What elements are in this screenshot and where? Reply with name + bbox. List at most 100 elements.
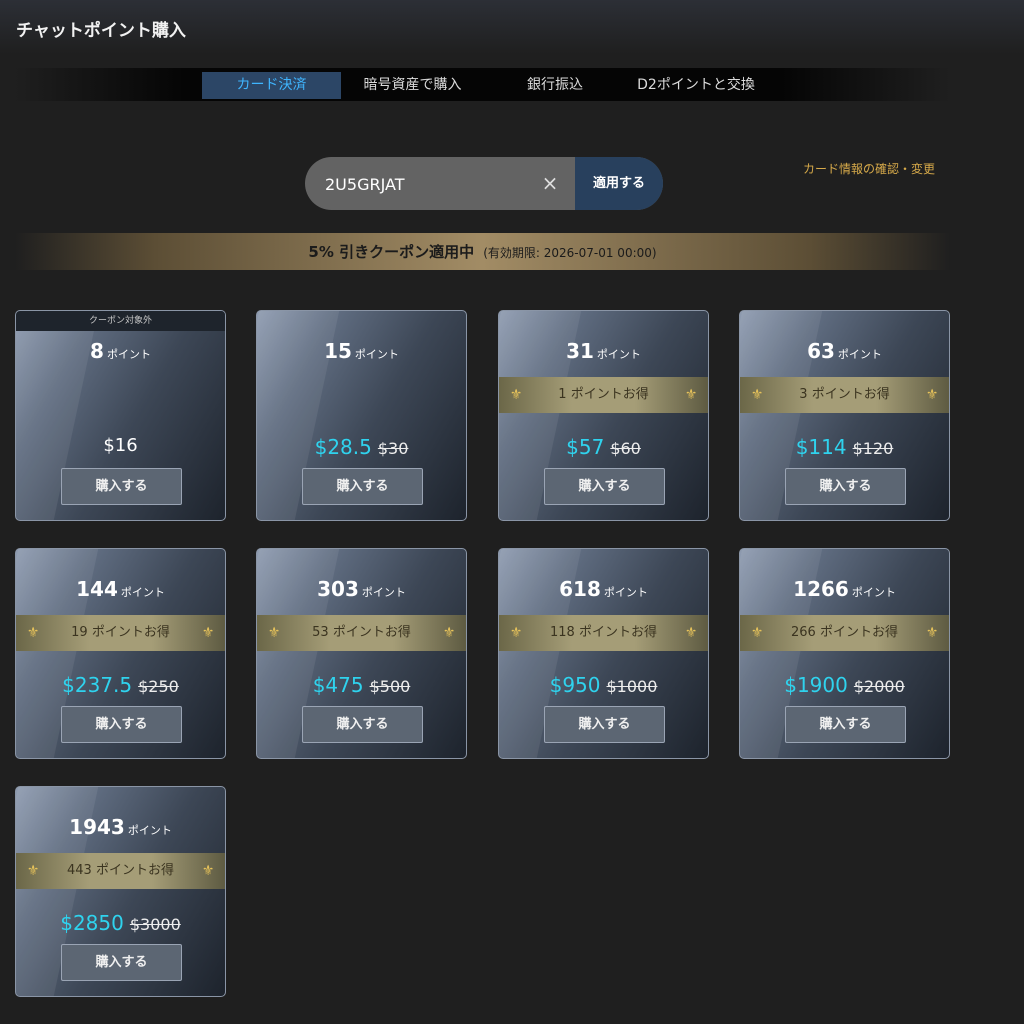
price-line: $16 — [16, 435, 225, 456]
point-package-card: 63 ポイント ⚜ 3 ポイントお得 ⚜ $114 $120 購入する — [739, 310, 950, 521]
original-price: $30 — [377, 439, 409, 458]
original-price: $250 — [138, 677, 179, 696]
points-value: 618 — [559, 577, 601, 601]
original-price: $120 — [852, 439, 894, 458]
bonus-points-text: 118 ポイントお得 — [550, 625, 657, 640]
fleur-left-icon: ⚜ — [26, 625, 40, 641]
points-unit: ポイント — [106, 348, 151, 361]
points-amount: 303 ポイント — [257, 577, 466, 601]
points-amount: 1943 ポイント — [16, 815, 225, 839]
points-amount: 144 ポイント — [16, 577, 225, 601]
original-price: $2000 — [853, 677, 905, 696]
price-line: $28.5 $30 — [257, 435, 466, 459]
points-value: 303 — [317, 577, 359, 601]
fleur-left-icon: ⚜ — [509, 387, 523, 403]
original-price: $60 — [610, 439, 641, 458]
fleur-right-icon: ⚜ — [201, 863, 215, 879]
buy-button[interactable]: 購入する — [61, 706, 182, 743]
points-value: 15 — [324, 339, 352, 363]
bonus-points-text: 443 ポイントお得 — [67, 863, 174, 878]
price: $2850 — [60, 911, 124, 935]
buy-button[interactable]: 購入する — [785, 706, 906, 743]
fleur-right-icon: ⚜ — [684, 387, 698, 403]
point-package-card: 1266 ポイント ⚜ 266 ポイントお得 ⚜ $1900 $2000 購入する — [739, 548, 950, 759]
price-line: $475 $500 — [257, 673, 466, 697]
coupon-excluded-label: クーポン対象外 — [16, 311, 225, 331]
price: $950 — [549, 673, 601, 697]
points-amount: 31 ポイント — [499, 339, 708, 363]
fleur-left-icon: ⚜ — [509, 625, 523, 641]
points-value: 144 — [76, 577, 118, 601]
tab-crypto[interactable]: 暗号資産で購入 — [341, 72, 484, 99]
points-unit: ポイント — [120, 586, 165, 599]
apply-coupon-button[interactable]: 適用する — [575, 157, 663, 210]
fleur-left-icon: ⚜ — [26, 863, 40, 879]
page-title: チャットポイント購入 — [16, 21, 186, 41]
bonus-points-banner: ⚜ 118 ポイントお得 ⚜ — [499, 615, 708, 651]
points-unit: ポイント — [361, 586, 406, 599]
bonus-points-text: 1 ポイントお得 — [558, 387, 649, 402]
price: $1900 — [784, 673, 848, 697]
fleur-left-icon: ⚜ — [750, 625, 764, 641]
point-package-card: 31 ポイント ⚜ 1 ポイントお得 ⚜ $57 $60 購入する — [498, 310, 709, 521]
points-unit: ポイント — [837, 348, 882, 361]
price: $475 — [312, 673, 364, 697]
card-info-link[interactable]: カード情報の確認・変更 — [803, 160, 935, 177]
original-price: $500 — [369, 677, 411, 696]
buy-button[interactable]: 購入する — [61, 468, 182, 505]
price-line: $1900 $2000 — [740, 673, 949, 697]
points-amount: 15 ポイント — [257, 339, 466, 363]
points-value: 31 — [566, 339, 594, 363]
fleur-left-icon: ⚜ — [750, 387, 764, 403]
points-amount: 618 ポイント — [499, 577, 708, 601]
bonus-points-banner: ⚜ 53 ポイントお得 ⚜ — [257, 615, 466, 651]
points-value: 63 — [807, 339, 835, 363]
price-line: $114 $120 — [740, 435, 949, 459]
buy-button[interactable]: 購入する — [302, 706, 423, 743]
price-line: $57 $60 — [499, 435, 708, 459]
tab-d2-points[interactable]: D2ポイントと交換 — [620, 72, 772, 99]
close-icon[interactable]: × — [538, 171, 562, 195]
buy-button[interactable]: 購入する — [544, 468, 665, 505]
point-package-card: 1943 ポイント ⚜ 443 ポイントお得 ⚜ $2850 $3000 購入する — [15, 786, 226, 997]
buy-button[interactable]: 購入する — [544, 706, 665, 743]
bonus-points-banner: ⚜ 266 ポイントお得 ⚜ — [740, 615, 949, 651]
buy-button[interactable]: 購入する — [302, 468, 423, 505]
fleur-right-icon: ⚜ — [925, 625, 939, 641]
points-unit: ポイント — [127, 824, 172, 837]
bonus-points-banner: ⚜ 3 ポイントお得 ⚜ — [740, 377, 949, 413]
point-package-card: クーポン対象外 8 ポイント $16 購入する — [15, 310, 226, 521]
points-unit: ポイント — [851, 586, 896, 599]
point-package-card: 144 ポイント ⚜ 19 ポイントお得 ⚜ $237.5 $250 購入する — [15, 548, 226, 759]
coupon-status-banner: 5% 引きクーポン適用中 (有効期限: 2026-07-01 00:00) — [15, 233, 950, 270]
price-line: $2850 $3000 — [16, 911, 225, 935]
fleur-right-icon: ⚜ — [925, 387, 939, 403]
tab-bank-transfer[interactable]: 銀行振込 — [500, 72, 610, 99]
bonus-points-banner: ⚜ 19 ポイントお得 ⚜ — [16, 615, 225, 651]
bonus-points-banner: ⚜ 443 ポイントお得 ⚜ — [16, 853, 225, 889]
points-unit: ポイント — [603, 586, 648, 599]
points-amount: 8 ポイント — [16, 339, 225, 363]
price: $114 — [795, 435, 847, 459]
buy-button[interactable]: 購入する — [61, 944, 182, 981]
bonus-points-banner: ⚜ 1 ポイントお得 ⚜ — [499, 377, 708, 413]
tab-card-payment[interactable]: カード決済 — [202, 72, 341, 99]
bonus-points-text: 3 ポイントお得 — [799, 387, 890, 402]
point-package-card: 618 ポイント ⚜ 118 ポイントお得 ⚜ $950 $1000 購入する — [498, 548, 709, 759]
bonus-points-text: 53 ポイントお得 — [312, 625, 411, 640]
price-line: $950 $1000 — [499, 673, 708, 697]
fleur-left-icon: ⚜ — [267, 625, 281, 641]
coupon-expiry-text: (有効期限: 2026-07-01 00:00) — [483, 246, 657, 260]
fleur-right-icon: ⚜ — [201, 625, 215, 641]
points-amount: 1266 ポイント — [740, 577, 949, 601]
coupon-input[interactable] — [305, 157, 557, 210]
original-price: $3000 — [129, 915, 181, 934]
points-value: 1266 — [793, 577, 849, 601]
price: $28.5 — [314, 435, 372, 459]
buy-button[interactable]: 購入する — [785, 468, 906, 505]
points-unit: ポイント — [596, 348, 641, 361]
bonus-points-text: 19 ポイントお得 — [71, 625, 170, 640]
price: $16 — [103, 435, 138, 456]
original-price: $1000 — [606, 677, 658, 696]
points-value: 8 — [90, 339, 104, 363]
